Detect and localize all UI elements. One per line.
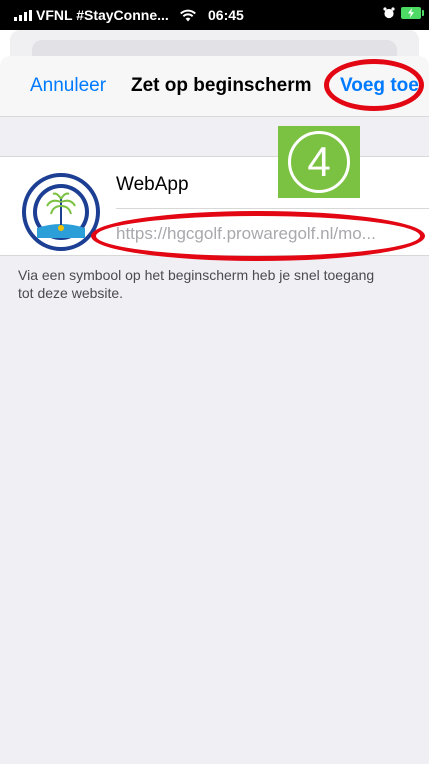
help-text: Via een symbool op het beginscherm heb j… (18, 267, 375, 301)
alarm-icon (383, 7, 395, 19)
row-separator (116, 208, 429, 209)
battery-charging-icon (401, 7, 424, 19)
status-right (383, 7, 424, 19)
cancel-button[interactable]: Annuleer (30, 74, 106, 98)
annotation-circle-add-button (324, 59, 424, 111)
status-left: VFNL #StayConne... (14, 6, 197, 24)
signal-strength-icon (14, 9, 32, 21)
page-title: Zet op beginscherm (131, 75, 312, 96)
status-bar: VFNL #StayConne... 06:45 (0, 0, 429, 30)
carrier-name: VFNL #StayConne... (36, 7, 169, 23)
step-badge: 4 (278, 126, 360, 198)
bookmark-name-field[interactable]: WebApp (116, 173, 189, 197)
golfclub-logo (22, 173, 100, 251)
step-number: 4 (288, 131, 350, 193)
annotation-circle-url (91, 211, 425, 261)
wifi-icon (179, 9, 196, 22)
status-time: 06:45 (208, 7, 244, 23)
